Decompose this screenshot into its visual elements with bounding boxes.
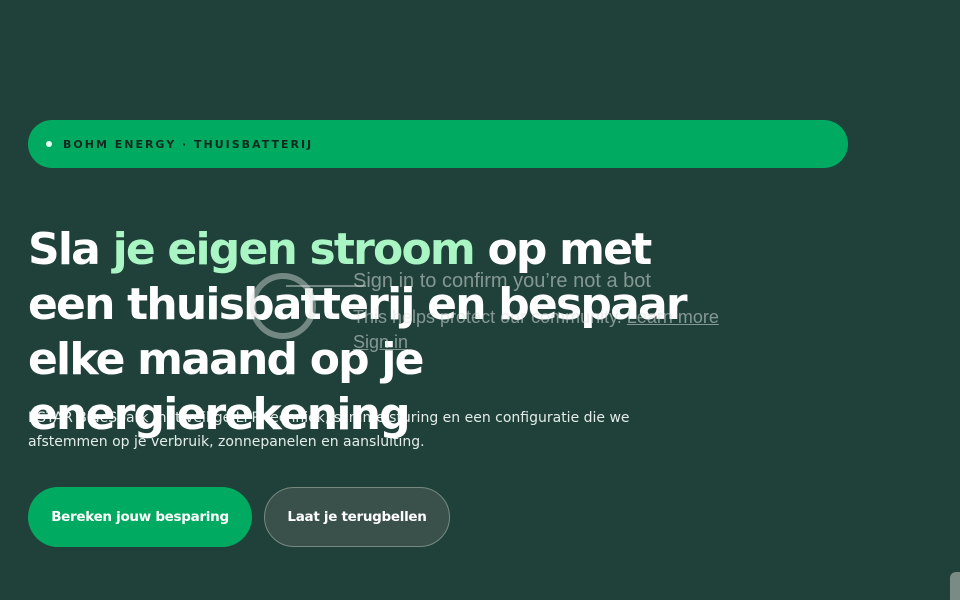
brand-badge: BOHM ENERGY · THUISBATTERIJ (28, 120, 848, 168)
headline-part-1: Sla (28, 224, 113, 275)
calculate-savings-button[interactable]: Bereken jouw besparing (28, 487, 252, 547)
learn-more-link[interactable]: Learn more (627, 307, 719, 327)
badge-dot-icon (46, 141, 52, 147)
page: BOHM ENERGY · THUISBATTERIJ Sla je eigen… (0, 0, 960, 600)
badge-text: BOHM ENERGY · THUISBATTERIJ (63, 137, 314, 151)
sign-in-link[interactable]: Sign in (353, 332, 408, 353)
callback-button[interactable]: Laat je terugbellen (264, 487, 450, 547)
scrollbar-handle[interactable] (950, 572, 960, 600)
headline-accent: je eigen stroom (112, 224, 476, 275)
